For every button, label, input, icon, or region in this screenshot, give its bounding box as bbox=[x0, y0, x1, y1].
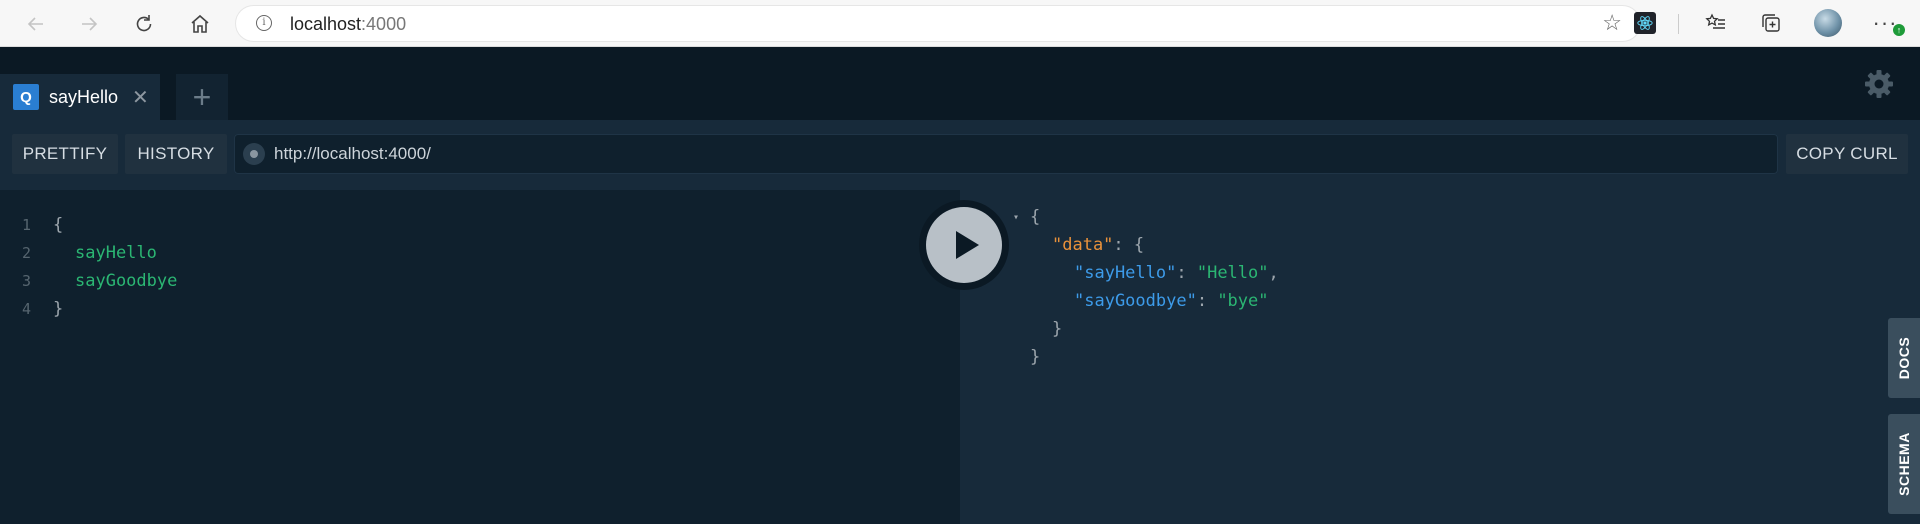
result-inner-close: } bbox=[1052, 319, 1063, 339]
playground-tab-bar: Q sayHello ✕ + bbox=[0, 47, 1920, 120]
code-line: } bbox=[53, 299, 64, 319]
back-arrow-icon bbox=[27, 17, 43, 31]
update-badge: ↑ bbox=[1893, 24, 1905, 36]
address-url: localhost:4000 bbox=[290, 14, 406, 35]
profile-avatar bbox=[1814, 9, 1842, 37]
result-key: "sayGoodbye" bbox=[1074, 291, 1197, 311]
endpoint-status-icon bbox=[243, 143, 265, 165]
star-icon[interactable]: ☆ bbox=[1602, 10, 1622, 36]
result-field-line: "sayHello": "Hello", bbox=[1074, 263, 1279, 283]
new-tab-button[interactable]: + bbox=[176, 74, 228, 120]
favorites-button[interactable] bbox=[1701, 8, 1731, 38]
back-button[interactable] bbox=[22, 10, 50, 38]
result-value: "Hello" bbox=[1196, 263, 1269, 283]
query-badge: Q bbox=[13, 84, 39, 110]
reload-icon bbox=[136, 15, 152, 32]
result-comma: , bbox=[1268, 263, 1279, 283]
address-port: :4000 bbox=[361, 14, 407, 34]
close-tab-icon[interactable]: ✕ bbox=[132, 85, 149, 110]
schema-tab-label: SCHEMA bbox=[1896, 432, 1913, 496]
result-viewer: ▾ { "data": { "sayHello": "Hello", "sayG… bbox=[960, 190, 1920, 524]
favorites-icon bbox=[1705, 13, 1725, 29]
collections-button[interactable] bbox=[1756, 8, 1786, 38]
forward-button[interactable] bbox=[75, 10, 103, 38]
result-outer-close: } bbox=[1030, 347, 1041, 367]
line-number: 1 bbox=[22, 216, 32, 234]
play-icon bbox=[956, 231, 979, 259]
schema-tab[interactable]: SCHEMA bbox=[1888, 414, 1920, 514]
home-icon bbox=[191, 14, 209, 33]
endpoint-url: http://localhost:4000/ bbox=[274, 144, 431, 163]
address-bar[interactable]: i localhost:4000 ☆ bbox=[236, 6, 1640, 41]
line-number: 4 bbox=[22, 300, 32, 318]
result-data-key: "data" bbox=[1052, 235, 1114, 255]
collections-icon bbox=[1762, 14, 1780, 32]
code-line-field: sayHello bbox=[75, 243, 157, 263]
docs-tab-label: DOCS bbox=[1896, 336, 1913, 380]
line-number: 3 bbox=[22, 272, 32, 290]
address-host: localhost bbox=[290, 14, 362, 34]
info-icon[interactable]: i bbox=[256, 15, 272, 31]
result-data-line: "data": { bbox=[1052, 235, 1144, 255]
forward-arrow-icon bbox=[82, 17, 98, 31]
query-editor[interactable]: 1 { 2 sayHello 3 sayGoodbye 4 } bbox=[0, 190, 960, 524]
react-devtools-icon bbox=[1634, 12, 1656, 34]
reload-button[interactable] bbox=[130, 10, 158, 38]
endpoint-input[interactable]: http://localhost:4000/ bbox=[234, 134, 1778, 174]
profile-button[interactable] bbox=[1813, 8, 1843, 38]
execute-query-button[interactable] bbox=[919, 200, 1009, 290]
play-button-face bbox=[926, 207, 1002, 283]
toolbar-separator bbox=[1678, 14, 1679, 34]
code-line-field: sayGoodbye bbox=[75, 271, 178, 291]
fold-toggle-icon[interactable]: ▾ bbox=[1013, 212, 1019, 223]
editor-toolbar: PRETTIFY HISTORY http://localhost:4000/ … bbox=[0, 120, 1920, 190]
copy-curl-button[interactable]: COPY CURL bbox=[1786, 134, 1908, 174]
react-devtools-button[interactable] bbox=[1630, 8, 1660, 38]
result-value: "bye" bbox=[1217, 291, 1269, 311]
home-button[interactable] bbox=[186, 10, 214, 38]
prettify-button[interactable]: PRETTIFY bbox=[12, 134, 118, 174]
result-data-open: : { bbox=[1113, 235, 1145, 255]
browser-toolbar: i localhost:4000 ☆ ··· ↑ bbox=[0, 0, 1920, 47]
history-button[interactable]: HISTORY bbox=[125, 134, 227, 174]
result-field-line: "sayGoodbye": "bye" bbox=[1074, 291, 1269, 311]
tab-label: sayHello bbox=[49, 86, 119, 107]
docs-tab[interactable]: DOCS bbox=[1888, 318, 1920, 398]
result-key: "sayHello" bbox=[1074, 263, 1177, 283]
code-line: { bbox=[53, 215, 64, 235]
settings-gear-icon[interactable] bbox=[1862, 67, 1896, 101]
result-open-brace: { bbox=[1030, 207, 1041, 227]
tab-sayhello[interactable]: Q sayHello ✕ bbox=[0, 74, 160, 120]
line-number: 2 bbox=[22, 244, 32, 262]
